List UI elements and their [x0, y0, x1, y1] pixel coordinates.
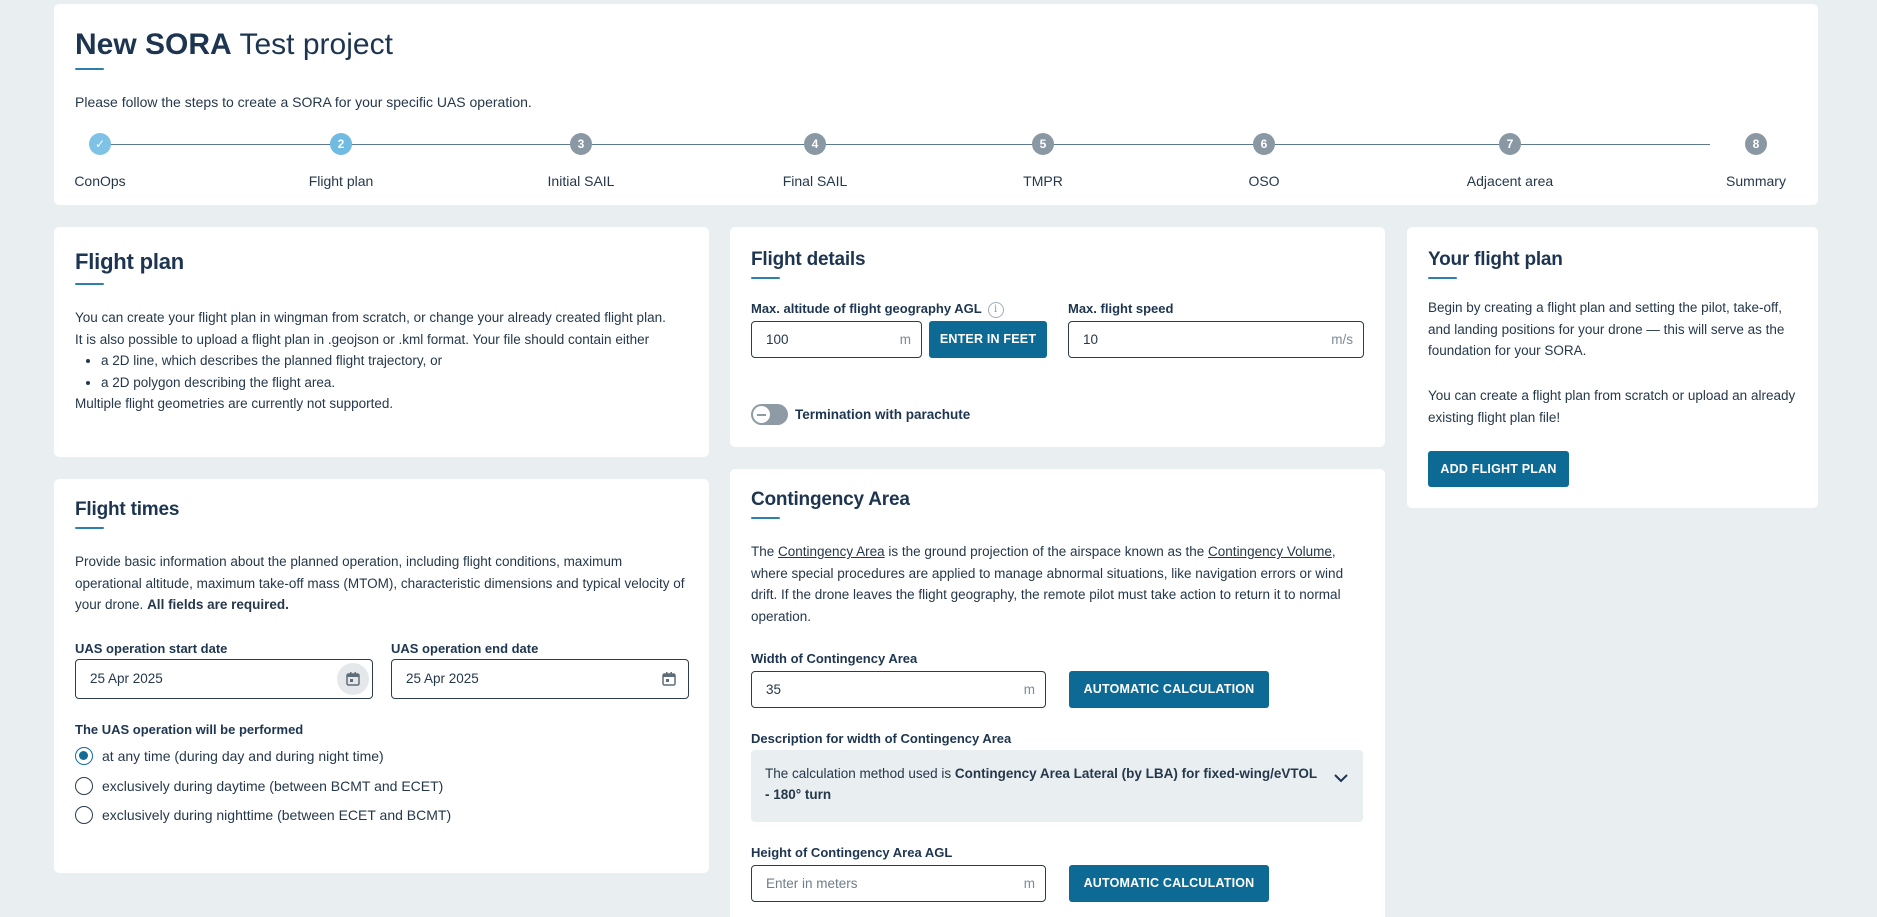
your-flight-plan-title: Your flight plan [1428, 249, 1563, 270]
height-unit: m [1023, 876, 1035, 891]
altitude-unit: m [899, 332, 911, 347]
flight-times-card: Flight times Provide basic information a… [54, 479, 709, 873]
step-1-label[interactable]: ConOps [74, 173, 125, 189]
flight-times-title: Flight times [75, 499, 180, 520]
step-2-indicator[interactable]: 2 [330, 133, 352, 155]
step-3-indicator[interactable]: 3 [570, 133, 592, 155]
height-input[interactable]: Enter in meters m [751, 865, 1046, 902]
page-title: New SORA Test project [75, 28, 393, 62]
chevron-down-icon[interactable] [1333, 768, 1349, 789]
flight-details-card: Flight details Max. altitude of flight g… [730, 227, 1385, 447]
calc-prefix: The calculation method used is [765, 766, 955, 781]
step-5-indicator[interactable]: 5 [1032, 133, 1054, 155]
end-date-field[interactable]: 25 Apr 2025 [391, 659, 689, 699]
flight-plan-title: Flight plan [75, 249, 185, 274]
start-date-value: 25 Apr 2025 [90, 671, 163, 686]
flight-plan-p2: It is also possible to upload a flight p… [75, 331, 650, 347]
step-4-label[interactable]: Final SAIL [783, 173, 848, 189]
step-1-indicator[interactable]: ✓ [89, 133, 111, 155]
calculation-method-text: The calculation method used is Contingen… [765, 763, 1325, 805]
contingency-description: The Contingency Area is the ground proje… [751, 541, 1366, 627]
step-7-label[interactable]: Adjacent area [1467, 173, 1553, 189]
enter-in-feet-button[interactable]: ENTER IN FEET [929, 321, 1047, 358]
altitude-label: Max. altitude of flight geography AGL i [751, 301, 1004, 318]
step-3-label[interactable]: Initial SAIL [548, 173, 615, 189]
radio-icon[interactable] [75, 777, 93, 795]
list-item: a 2D line, which describes the planned f… [101, 350, 685, 372]
radio-label: at any time (during day and during night… [102, 748, 384, 764]
height-label: Height of Contingency Area AGL [751, 845, 953, 860]
step-8-indicator[interactable]: 8 [1745, 133, 1767, 155]
page-title-project: Test project [239, 28, 393, 61]
flight-times-required-note: All fields are required. [147, 597, 289, 612]
step-5-label[interactable]: TMPR [1023, 173, 1063, 189]
flight-times-underline [75, 527, 104, 529]
calendar-icon[interactable] [337, 663, 369, 695]
contingency-underline [751, 517, 780, 519]
speed-input[interactable]: 10 m/s [1068, 321, 1364, 358]
calculation-method-box[interactable]: The calculation method used is Contingen… [751, 750, 1363, 822]
radio-icon[interactable] [75, 806, 93, 824]
width-input[interactable]: 35 m [751, 671, 1046, 708]
contingency-volume-link[interactable]: Contingency Volume [1208, 544, 1332, 559]
flight-plan-p1: You can create your flight plan in wingm… [75, 310, 666, 325]
flight-plan-p3: Multiple flight geometries are currently… [75, 396, 394, 411]
contingency-area-link[interactable]: Contingency Area [778, 544, 885, 559]
automatic-calculation-button[interactable]: AUTOMATIC CALCULATION [1069, 671, 1269, 708]
contingency-desc-text: The [751, 544, 779, 559]
radio-nighttime[interactable]: exclusively during nighttime (between EC… [75, 806, 451, 824]
parachute-toggle[interactable] [751, 404, 788, 425]
width-value: 35 [766, 682, 782, 697]
your-flight-plan-card: Your flight plan Begin by creating a fli… [1407, 227, 1818, 508]
flight-times-description: Provide basic information about the plan… [75, 551, 685, 616]
flight-plan-description: You can create your flight plan in wingm… [75, 307, 685, 415]
step-8-label[interactable]: Summary [1726, 173, 1786, 189]
end-date-label: UAS operation end date [391, 641, 539, 656]
your-flight-plan-underline [1428, 277, 1457, 279]
speed-value: 10 [1083, 332, 1099, 347]
flight-plan-underline [75, 283, 104, 285]
flight-details-title: Flight details [751, 249, 866, 270]
step-6-indicator[interactable]: 6 [1253, 133, 1275, 155]
automatic-calculation-button[interactable]: AUTOMATIC CALCULATION [1069, 865, 1269, 902]
end-date-value: 25 Apr 2025 [406, 671, 479, 686]
start-date-label: UAS operation start date [75, 641, 228, 656]
project-header-card: New SORA Test project Please follow the … [54, 4, 1818, 205]
height-placeholder: Enter in meters [766, 876, 858, 891]
width-unit: m [1023, 682, 1035, 697]
altitude-label-text: Max. altitude of flight geography AGL [751, 301, 982, 316]
contingency-desc-text: is the ground projection of the airspace… [884, 544, 1209, 559]
add-flight-plan-button[interactable]: ADD FLIGHT PLAN [1428, 451, 1569, 487]
radio-checked-icon[interactable] [75, 747, 93, 765]
radio-label: exclusively during nighttime (between EC… [102, 807, 452, 823]
your-flight-plan-p1: Begin by creating a flight plan and sett… [1428, 300, 1785, 358]
list-item: a 2D polygon describing the flight area. [101, 372, 685, 394]
altitude-value: 100 [766, 332, 789, 347]
flight-details-underline [751, 277, 780, 279]
speed-label: Max. flight speed [1068, 301, 1174, 316]
info-icon[interactable]: i [987, 301, 1004, 318]
width-label: Width of Contingency Area [751, 651, 918, 666]
calendar-icon[interactable] [653, 663, 685, 695]
altitude-input[interactable]: 100 m [751, 321, 922, 358]
start-date-field[interactable]: 25 Apr 2025 [75, 659, 373, 699]
radio-daytime[interactable]: exclusively during daytime (between BCMT… [75, 777, 443, 795]
step-7-indicator[interactable]: 7 [1499, 133, 1521, 155]
flight-plan-card: Flight plan You can create your flight p… [54, 227, 709, 457]
intro-text: Please follow the steps to create a SORA… [75, 94, 532, 110]
radio-label: exclusively during daytime (between BCMT… [102, 778, 444, 794]
radio-any-time[interactable]: at any time (during day and during night… [75, 747, 384, 765]
parachute-label: Termination with parachute [795, 407, 971, 422]
contingency-area-card: Contingency Area The Contingency Area is… [730, 469, 1385, 917]
speed-unit: m/s [1331, 332, 1353, 347]
perform-label: The UAS operation will be performed [75, 722, 304, 737]
your-flight-plan-p2: You can create a flight plan from scratc… [1428, 388, 1796, 425]
width-description-label: Description for width of Contingency Are… [751, 731, 1012, 746]
page-title-bold: New SORA [75, 28, 232, 61]
title-underline [75, 68, 104, 70]
step-4-indicator[interactable]: 4 [804, 133, 826, 155]
step-2-label[interactable]: Flight plan [309, 173, 374, 189]
contingency-title: Contingency Area [751, 489, 910, 510]
step-6-label[interactable]: OSO [1248, 173, 1279, 189]
